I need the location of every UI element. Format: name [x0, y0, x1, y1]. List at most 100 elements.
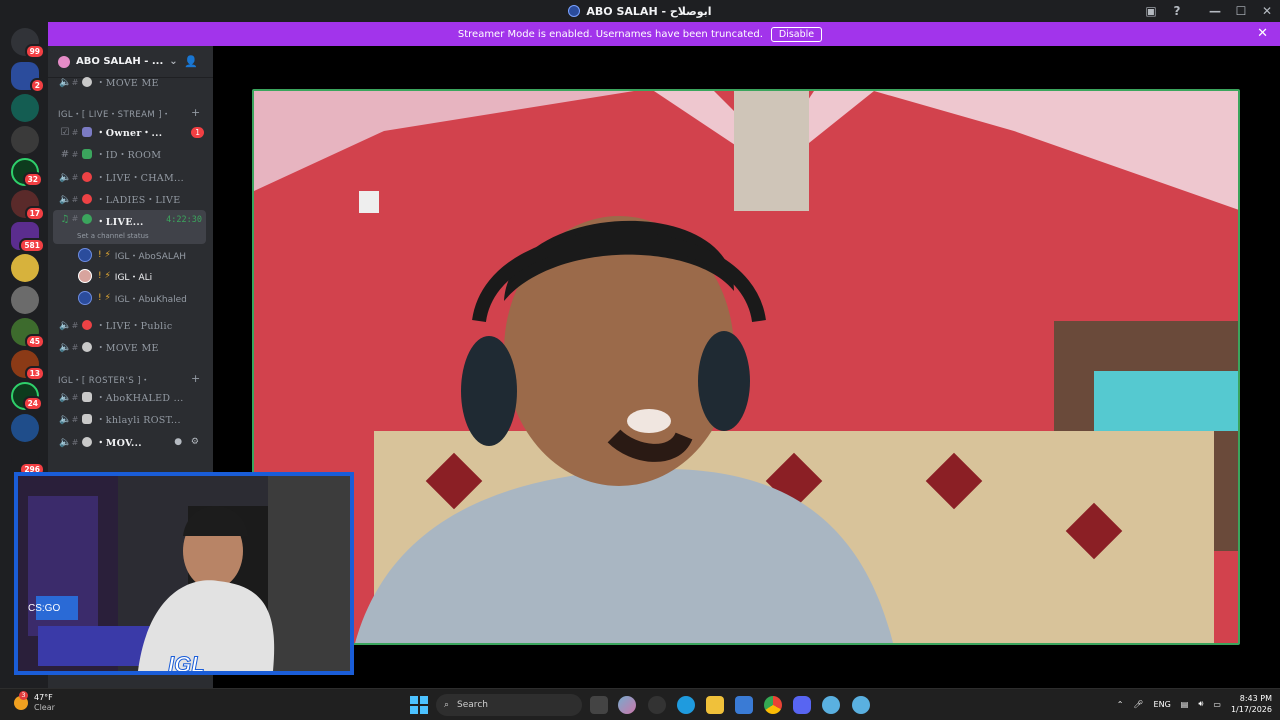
server-icon[interactable]	[11, 254, 39, 282]
channel-actions-icon[interactable]: ● ⚙	[174, 437, 202, 447]
clock-icon	[82, 437, 92, 447]
server-icon[interactable]: 13	[11, 350, 45, 381]
prohibited-icon	[82, 320, 92, 330]
voice-active-icon: ♫	[60, 214, 70, 225]
channel-live-cham[interactable]: 🔈 # ・LIVE・CHAM...	[53, 167, 206, 187]
start-button[interactable]	[410, 696, 428, 714]
server-icon[interactable]	[11, 286, 39, 314]
channel-khlayli-roster[interactable]: 🔈 # ・khlayli ROST...	[53, 409, 206, 429]
invite-icon[interactable]: 👤	[184, 55, 198, 68]
minimize-icon[interactable]: —	[1202, 0, 1228, 22]
server-icon[interactable]: 17	[11, 190, 45, 221]
server-icon[interactable]: 24	[11, 382, 43, 411]
banner-text: Streamer Mode is enabled. Usernames have…	[457, 28, 763, 40]
server-icon[interactable]	[11, 126, 39, 154]
file-explorer-icon[interactable]	[706, 696, 724, 714]
channel-live-active[interactable]: ♫ # ・LIVE... 4:22:30 Set a channel status	[53, 210, 206, 244]
text-channel-icon: #	[60, 148, 70, 160]
channel-ladies-live[interactable]: 🔈 # ・LADIES・LIVE	[53, 189, 206, 209]
check-emoji-icon	[82, 149, 92, 159]
disable-streamer-mode-button[interactable]: Disable	[770, 26, 823, 42]
add-channel-icon[interactable]: +	[191, 106, 200, 119]
channel-id-room[interactable]: # # ・ID・ROOM	[53, 144, 206, 164]
voice-user[interactable]: ! ⚡ IGL・ALi ■	[78, 266, 152, 286]
server-logo-icon	[568, 5, 581, 17]
inbox-icon[interactable]: ▣	[1138, 0, 1164, 22]
chevron-down-icon: ⌄	[169, 56, 178, 67]
server-icon[interactable]: 581	[11, 222, 45, 253]
speaker-icon: 🔈	[59, 391, 72, 403]
csgo-logo: CS:GO	[28, 603, 60, 614]
channel-move-me[interactable]: 🔈 # ・MOVE ME	[53, 72, 206, 92]
weather-widget[interactable]: 3 47°F Clear	[14, 691, 55, 713]
category-rosters[interactable]: IGL・[ ROSTER'S ]・	[58, 374, 150, 386]
no-entry-icon	[82, 172, 92, 182]
speaker-emoji-icon	[82, 414, 92, 424]
main-video-stream[interactable]	[252, 89, 1240, 645]
streaming-icon: ! ⚡	[98, 250, 111, 260]
windows-taskbar: 3 47°F Clear ⌕ Search ⌃ 🎤︎ ENG ▤ 🔊︎ ▭ 8:…	[0, 688, 1280, 720]
task-view-icon[interactable]	[590, 696, 608, 714]
channel-owner[interactable]: ☑ # ・Owner・... 1	[53, 122, 206, 142]
category-live-stream[interactable]: IGL・[ LIVE・STREAM ]・	[58, 108, 171, 120]
speaker-icon: 🔈	[59, 413, 72, 425]
microphone-icon[interactable]: 🎤︎	[1133, 700, 1143, 709]
search-icon: ⌕	[444, 700, 450, 710]
weather-badge: 3	[19, 691, 28, 700]
speaker-emoji-icon	[82, 392, 92, 402]
channel-emoji-icon	[82, 127, 92, 137]
webcam-video: CS:GO	[18, 476, 350, 671]
chevron-up-icon[interactable]: ⌃	[1117, 700, 1124, 709]
clock-icon	[82, 342, 92, 352]
store-icon[interactable]	[735, 696, 753, 714]
server-name: ABO SALAH - ...	[76, 56, 164, 67]
speaker-icon: 🔈	[59, 76, 72, 88]
voice-user[interactable]: ! ⚡ IGL・AbuKhaled	[78, 288, 187, 308]
channel-status[interactable]: Set a channel status	[77, 232, 149, 240]
edge-icon[interactable]	[677, 696, 695, 714]
voice-user[interactable]: ! ⚡ IGL・AboSALAH	[78, 245, 186, 265]
server-icon[interactable]: 32	[11, 158, 43, 187]
channel-move-hover[interactable]: 🔈 # ・MOV... ● ⚙	[53, 432, 206, 452]
maximize-icon[interactable]: ☐	[1228, 0, 1254, 22]
speaker-icon: 🔈	[59, 319, 72, 331]
add-channel-icon[interactable]: +	[191, 372, 200, 385]
help-icon[interactable]: ?	[1164, 0, 1190, 22]
battery-icon[interactable]: ▭	[1213, 700, 1221, 709]
streaming-icon: ! ⚡	[98, 271, 111, 281]
language-indicator[interactable]: ENG	[1154, 700, 1171, 709]
channel-live-public[interactable]: 🔈 # ・LIVE・Public	[53, 315, 206, 335]
network-icon[interactable]: ▤	[1181, 700, 1189, 709]
clock-icon	[82, 77, 92, 87]
app-icon[interactable]	[852, 696, 870, 714]
channel-move-me-2[interactable]: 🔈 # ・MOVE ME	[53, 337, 206, 357]
close-icon[interactable]: ✕	[1254, 0, 1280, 22]
github-icon[interactable]	[648, 696, 666, 714]
server-icon[interactable]	[11, 94, 39, 122]
lock-icon: #	[71, 77, 79, 87]
clock[interactable]: 8:43 PM 1/17/2026	[1231, 693, 1272, 715]
app-icon[interactable]	[822, 696, 840, 714]
chrome-icon[interactable]	[764, 696, 782, 714]
window-titlebar: ABO SALAH - ابوصلاح ▣ ? — ☐ ✕	[0, 0, 1280, 22]
avatar	[78, 269, 92, 283]
server-icon[interactable]	[11, 414, 39, 442]
speaker-icon: 🔈	[59, 193, 72, 205]
server-icon[interactable]: 296	[11, 446, 45, 477]
green-circle-icon	[82, 214, 92, 224]
avatar	[78, 248, 92, 262]
server-icon-abo-salah[interactable]: 2	[11, 62, 45, 93]
system-tray: ⌃ 🎤︎ ENG ▤ 🔊︎ ▭ 8:43 PM 1/17/2026	[1117, 693, 1272, 715]
copilot-icon[interactable]	[618, 696, 636, 714]
igl-logo: IGL	[168, 652, 206, 675]
server-icon[interactable]: 45	[11, 318, 45, 349]
taskbar-search[interactable]: ⌕ Search	[436, 694, 582, 716]
server-badge-icon	[58, 55, 70, 68]
channel-abokhaled[interactable]: 🔈 # ・AboKHALED ...	[53, 387, 206, 407]
discord-icon[interactable]	[793, 696, 811, 714]
direct-messages-icon[interactable]: 99	[11, 28, 45, 59]
close-banner-icon[interactable]: ✕	[1257, 26, 1268, 41]
live-timer: 4:22:30	[166, 215, 202, 225]
speaker-icon: 🔈	[59, 436, 72, 448]
volume-icon[interactable]: 🔊︎	[1198, 699, 1203, 709]
